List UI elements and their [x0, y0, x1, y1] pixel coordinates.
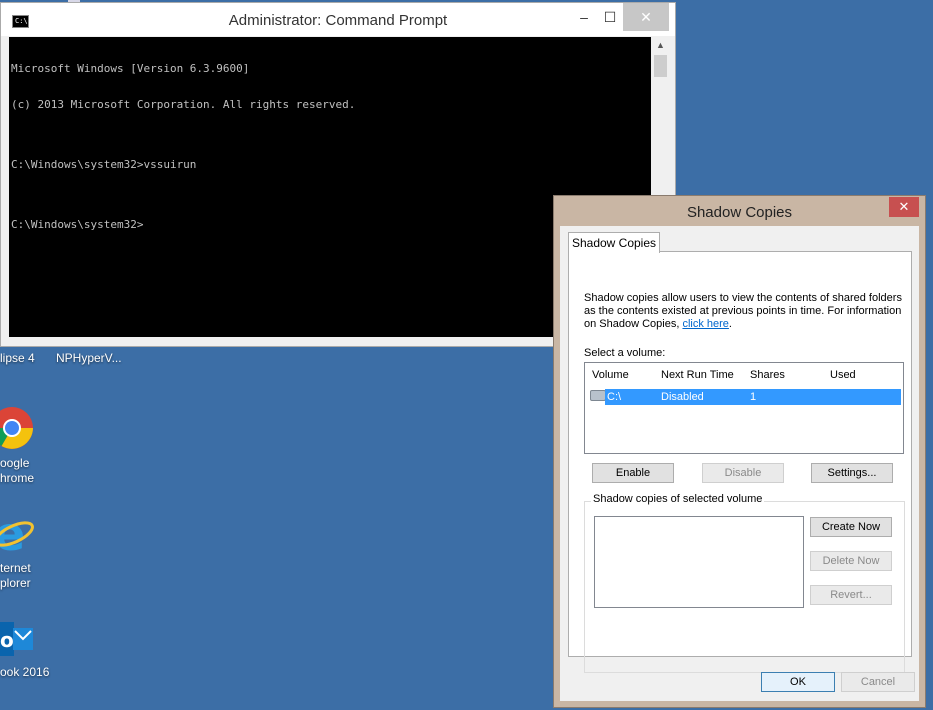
next-run-cell: Disabled	[661, 391, 704, 403]
tab-shadow-copies[interactable]: Shadow Copies	[568, 232, 660, 253]
shadow-copies-dialog[interactable]: Shadow Copies ✕ Shadow Copies Shadow cop…	[553, 195, 926, 708]
tab-page: Shadow copies allow users to view the co…	[568, 251, 912, 673]
desktop-icon-chrome-label-1[interactable]: oogle	[0, 456, 29, 470]
column-header-used[interactable]: Used	[830, 369, 856, 381]
desktop-icon-nphyperv-label[interactable]: NPHyperV...	[56, 351, 122, 365]
chrome-icon[interactable]	[0, 405, 36, 451]
console-line: C:\Windows\system32>vssuirun	[11, 158, 197, 171]
volume-list-header: Volume Next Run Time Shares Used	[585, 363, 903, 385]
desktop-icon-chrome-label-2[interactable]: hrome	[0, 471, 34, 485]
close-button[interactable]: ✕	[623, 3, 669, 31]
volume-row[interactable]: C:\ Disabled 1	[605, 389, 901, 405]
internet-explorer-icon[interactable]: e	[0, 510, 36, 558]
console-line: Microsoft Windows [Version 6.3.9600]	[11, 62, 250, 75]
column-header-next-run-time[interactable]: Next Run Time	[661, 369, 734, 381]
description-body: Shadow copies allow users to view the co…	[584, 292, 902, 330]
volume-list[interactable]: Volume Next Run Time Shares Used C:\ Dis…	[584, 362, 904, 454]
volume-cell: C:\	[607, 391, 622, 403]
description-text: Shadow copies allow users to view the co…	[584, 292, 909, 331]
svg-text:o: o	[0, 628, 14, 652]
scroll-up-arrow-icon[interactable]: ▲	[656, 40, 665, 50]
scroll-thumb[interactable]	[654, 55, 667, 77]
description-suffix: .	[728, 318, 732, 330]
cancel-button[interactable]: Cancel	[841, 672, 915, 692]
shares-cell: 1	[750, 391, 757, 403]
drive-icon	[590, 390, 606, 401]
create-now-button[interactable]: Create Now	[810, 517, 892, 537]
column-header-volume[interactable]: Volume	[592, 369, 629, 381]
outlook-icon[interactable]: o	[0, 618, 34, 660]
disable-button[interactable]: Disable	[702, 463, 784, 483]
settings-button[interactable]: Settings...	[811, 463, 893, 483]
dialog-close-button[interactable]: ✕	[889, 197, 919, 217]
delete-now-button[interactable]: Delete Now	[810, 551, 892, 571]
enable-button[interactable]: Enable	[592, 463, 674, 483]
ok-button[interactable]: OK	[761, 672, 835, 692]
shadow-copies-list[interactable]	[594, 516, 804, 608]
console-line: (c) 2013 Microsoft Corporation. All righ…	[11, 98, 356, 111]
dialog-client-area: Shadow Copies Shadow copies allow users …	[560, 226, 919, 701]
svg-text:e: e	[0, 510, 25, 558]
select-volume-label: Select a volume:	[584, 347, 666, 359]
desktop-icon-eclipse-label[interactable]: lipse 4	[0, 351, 35, 365]
dialog-title: Shadow Copies	[686, 204, 793, 221]
click-here-link[interactable]: click here	[682, 318, 728, 330]
desktop-icon-outlook-label[interactable]: ook 2016	[0, 665, 49, 679]
desktop-icon-ie-label-1[interactable]: ternet	[0, 561, 31, 575]
desktop-icon-ie-label-2[interactable]: plorer	[0, 576, 31, 590]
revert-button[interactable]: Revert...	[810, 585, 892, 605]
cmd-titlebar[interactable]: C:\ Administrator: Command Prompt – ☐ ✕	[1, 3, 675, 36]
groupbox-label: Shadow copies of selected volume	[591, 493, 765, 505]
column-header-shares[interactable]: Shares	[750, 369, 785, 381]
